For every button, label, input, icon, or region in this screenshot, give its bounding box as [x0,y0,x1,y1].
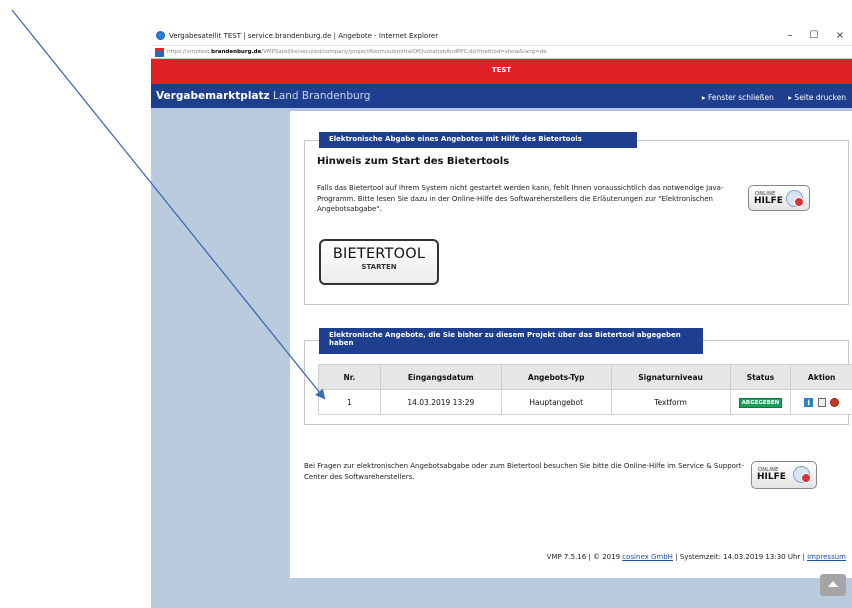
window-title: Vergabesatellit TEST | service.brandenbu… [169,32,439,40]
window-titlebar: Vergabesatellit TEST | service.brandenbu… [151,28,852,45]
column-header-nr: Nr. [318,364,381,390]
offers-table-header: Nr. Eingangsdatum Angebots-Typ Signaturn… [318,364,852,390]
screenshot-stage: Vergabesatellit TEST | service.brandenbu… [0,0,852,608]
start-button-title: BIETERTOOL [332,246,426,262]
bidder-tool-panel: Elektronische Abgabe eines Angebotes mit… [304,132,849,305]
url-host: brandenburg.de [211,49,262,55]
column-header-status: Status [729,364,792,390]
nav-links: ▸ Fenster schließen ▸ Seite drucken [690,93,846,102]
start-bidder-tool-button[interactable]: BIETERTOOL STARTEN [319,239,439,285]
brand-region: Land Brandenburg [272,90,371,102]
offers-table: Nr. Eingangsdatum Angebots-Typ Signaturn… [318,364,852,415]
footer-band [290,578,852,608]
version-text: VMP 7.5.16 | © 2019 [546,553,623,561]
url-scheme: https://vmptest. [167,49,212,55]
withdraw-icon[interactable] [830,397,840,407]
column-header-action: Aktion [790,364,852,390]
site-brand[interactable]: Vergabemarktplatz Land Brandenburg [156,90,370,102]
system-time: | Systemzeit: 14.03.2019 13:30 Uhr | [672,553,808,561]
online-help-button[interactable]: ONLINE HILFE [748,185,810,211]
cell-date: 14.03.2019 13:29 [379,389,502,415]
address-url[interactable]: https://vmptest.brandenburg.de/VMPSatell… [167,49,547,55]
close-window-link[interactable]: ▸ Fenster schließen [702,93,774,102]
brand-name: Vergabemarktplatz [156,90,270,102]
main-content: Elektronische Abgabe eines Angebotes mit… [290,111,852,578]
hint-title: Hinweis zum Start des Bietertools [317,156,510,167]
cell-status: ABGEGEBEN [729,389,792,415]
cell-signature: Textform [610,389,731,415]
help-person-icon [793,466,811,483]
url-path: /VMPSatellite/secured/company/projectRoo… [261,49,547,55]
column-header-type: Angebots-Typ [500,364,612,390]
site-favicon-icon [155,48,164,57]
online-help-button-2[interactable]: ONLINE HILFE [751,461,817,489]
version-footer: VMP 7.5.16 | © 2019 cosinex GmbH | Syste… [547,553,846,561]
document-icon[interactable] [817,397,826,407]
close-button[interactable]: × [828,28,852,45]
info-icon[interactable]: i [804,397,814,407]
internet-explorer-icon [156,31,165,40]
column-header-date: Eingangsdatum [379,364,502,390]
print-page-link[interactable]: ▸ Seite drucken [788,93,846,102]
minimize-button[interactable]: – [778,28,802,45]
offers-panel: Elektronische Angebote, die Sie bisher z… [304,328,852,425]
test-banner: TEST [151,59,852,84]
offers-panel-header: Elektronische Angebote, die Sie bisher z… [319,328,703,354]
cell-action: i [790,389,852,415]
help-text: Bei Fragen zur elektronischen Angebotsab… [304,462,745,481]
left-sidebar [151,111,290,608]
company-link[interactable]: cosinex GmbH [622,553,673,561]
column-header-signature: Signaturniveau [610,364,731,390]
address-bar[interactable]: https://vmptest.brandenburg.de/VMPSatell… [151,45,852,59]
maximize-button[interactable]: ☐ [802,28,826,45]
cell-nr: 1 [318,389,381,415]
hint-text: Falls das Bietertool auf Ihrem System ni… [317,184,724,213]
start-button-subtitle: STARTEN [361,263,397,271]
bidder-tool-panel-header: Elektronische Abgabe eines Angebotes mit… [319,132,637,148]
imprint-link[interactable]: Impressum [807,553,846,561]
site-navbar: Vergabemarktplatz Land Brandenburg ▸ Fen… [151,84,852,111]
table-row: 1 14.03.2019 13:29 Hauptangebot Textform… [318,389,852,415]
help-person-icon [786,190,804,207]
scroll-to-top-button[interactable] [820,574,846,596]
online-help-label-main: HILFE [754,196,783,206]
cell-type: Hauptangebot [500,389,612,415]
online-help-label-main: HILFE [757,472,786,482]
status-badge: ABGEGEBEN [738,397,783,408]
